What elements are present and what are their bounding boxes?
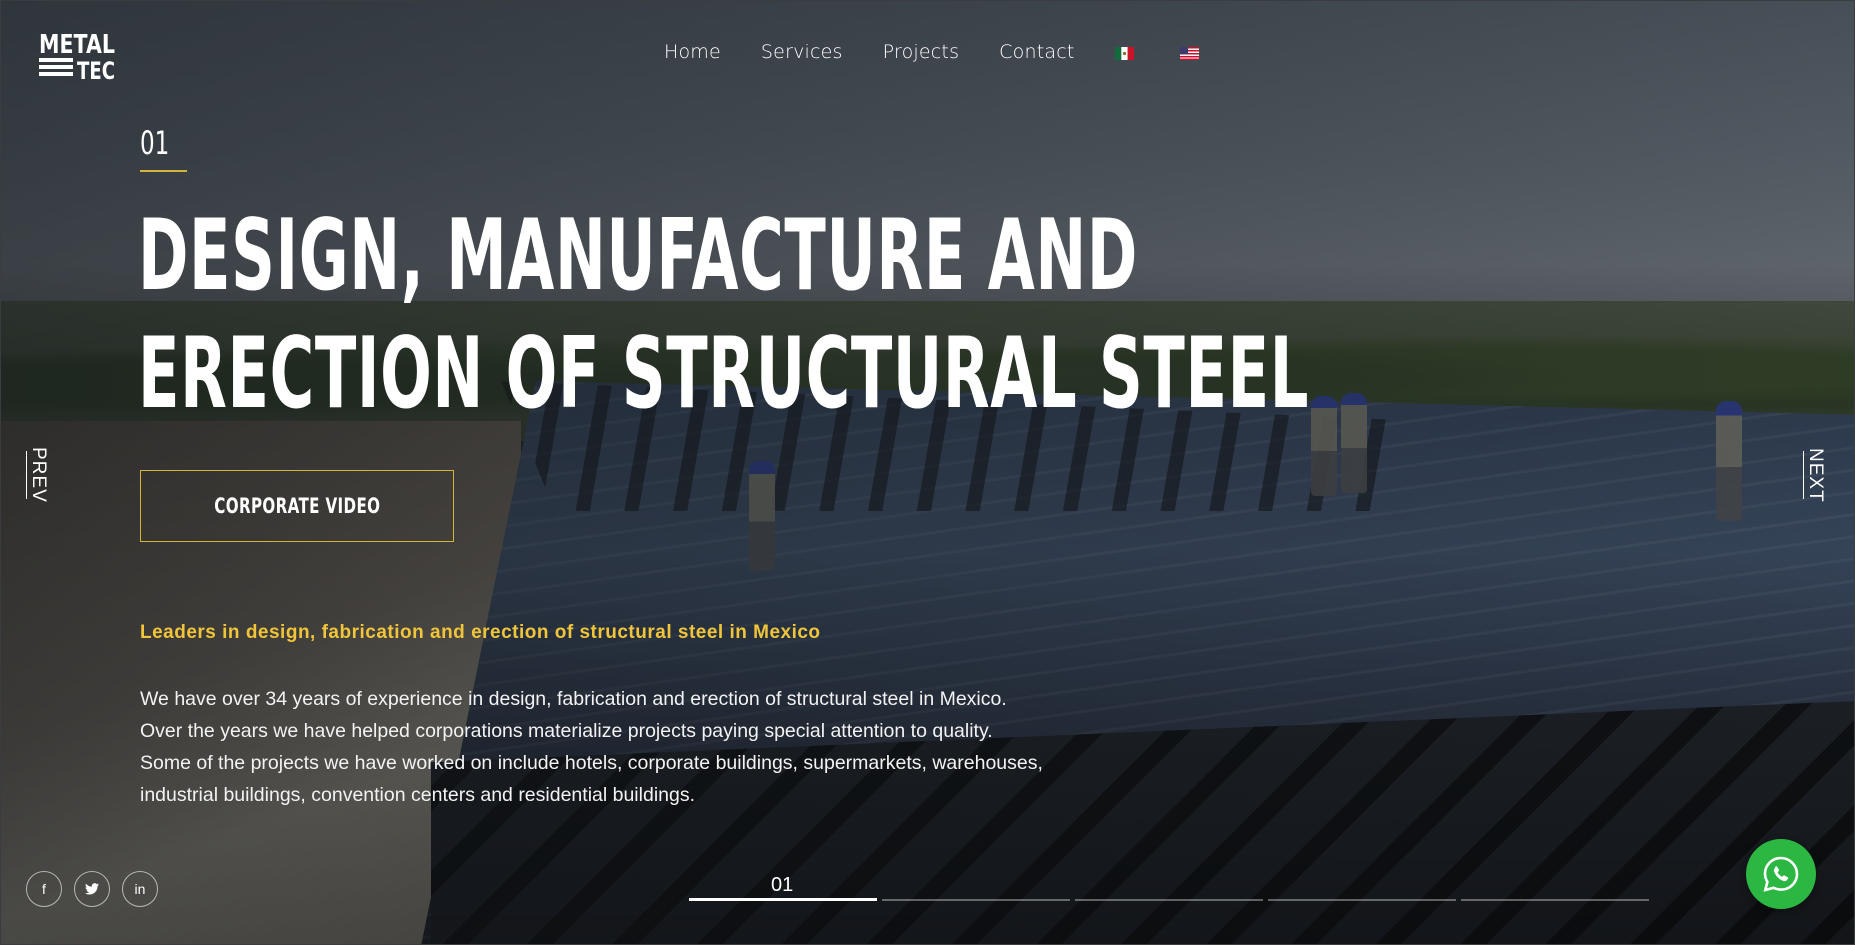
svg-text:METAL: METAL (39, 30, 115, 60)
progress-slide-label: 01 (771, 874, 794, 896)
twitter-icon[interactable] (74, 871, 110, 907)
hero-headline: DESIGN, MANUFACTURE AND ERECTION OF STRU… (138, 197, 1308, 433)
next-slide-button[interactable]: NEXT (1803, 448, 1826, 502)
progress-segment-4[interactable] (1268, 899, 1456, 901)
description-line: We have over 34 years of experience in d… (140, 688, 1007, 710)
prev-label: PREV (28, 447, 49, 503)
hero-description: We have over 34 years of experience in d… (140, 683, 1043, 811)
twitter-bird-glyph (85, 883, 99, 895)
facebook-icon[interactable]: f (26, 871, 62, 907)
nav-home[interactable]: Home (664, 41, 721, 63)
tagline: Leaders in design, fabrication and erect… (140, 622, 821, 643)
whatsapp-button[interactable] (1746, 839, 1816, 909)
svg-text:TEC: TEC (77, 57, 115, 81)
headline-line-1: DESIGN, MANUFACTURE AND (138, 199, 1138, 313)
nav-contact[interactable]: Contact (999, 41, 1074, 63)
prev-slide-button[interactable]: PREV (26, 447, 49, 503)
next-label: NEXT (1805, 447, 1826, 503)
logo-mark: METAL TEC (39, 30, 115, 85)
description-line: Some of the projects we have worked on i… (140, 752, 1043, 774)
metaltec-logo[interactable]: METAL TEC (39, 29, 115, 85)
slide-progress (689, 898, 1649, 902)
social-links: f in (26, 871, 158, 907)
description-line: Over the years we have helped corporatio… (140, 720, 993, 742)
main-nav: Home Services Projects Contact (664, 41, 1245, 63)
mexico-flag-icon[interactable] (1114, 46, 1134, 60)
corporate-video-label: CORPORATE VIDEO (213, 494, 381, 518)
headline-line-2: ERECTION OF STRUCTURAL STEEL (138, 317, 1310, 431)
linkedin-icon[interactable]: in (122, 871, 158, 907)
slide-number: 01 (140, 124, 170, 162)
nav-services[interactable]: Services (761, 41, 843, 63)
description-line: industrial buildings, convention centers… (140, 784, 696, 806)
slide-number-underline (140, 170, 187, 172)
progress-segment-3[interactable] (1075, 899, 1263, 901)
progress-segment-1[interactable] (689, 898, 877, 901)
nav-projects[interactable]: Projects (883, 41, 960, 63)
hero-slider: METAL TEC Home Services Projects Contact (0, 0, 1855, 945)
corporate-video-button[interactable]: CORPORATE VIDEO (140, 470, 454, 542)
whatsapp-icon (1763, 856, 1799, 892)
progress-segment-2[interactable] (882, 899, 1070, 901)
progress-segment-5[interactable] (1461, 899, 1649, 901)
usa-flag-icon[interactable] (1179, 46, 1199, 60)
